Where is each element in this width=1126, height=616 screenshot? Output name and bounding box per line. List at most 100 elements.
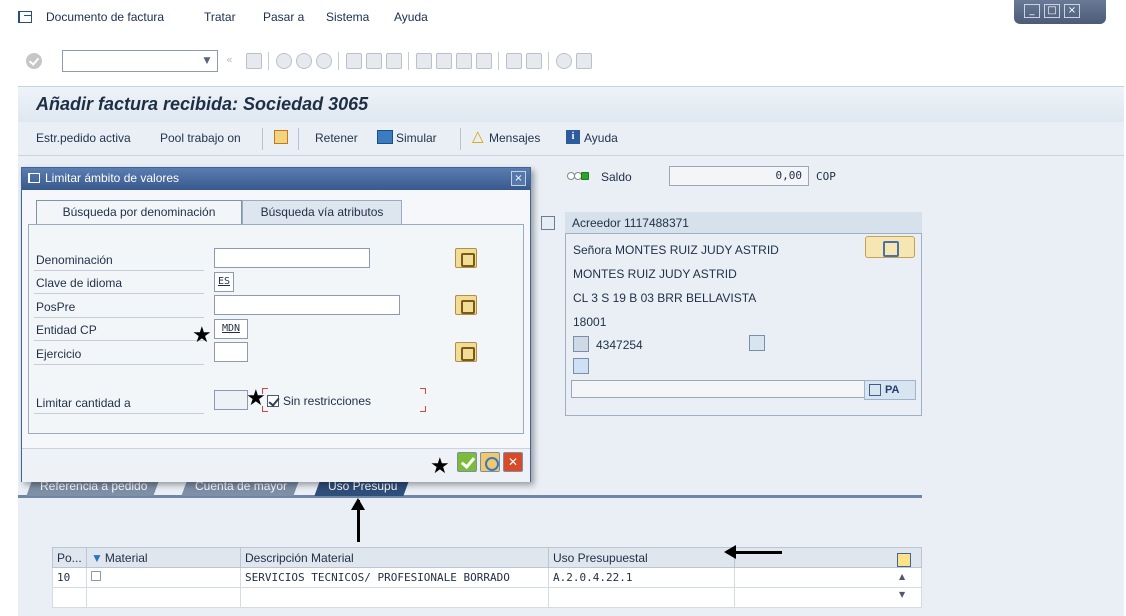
select-icon[interactable] [455,295,477,315]
table-cell-uso-presupuestal[interactable] [548,587,735,608]
column-header-position[interactable]: Po... [52,547,87,568]
toolbar-separator [298,128,299,150]
next-page-icon[interactable] [456,53,472,69]
table-row[interactable]: 10 SERVICIOS TECNICOS/ PROFESIONALE BORR… [52,567,922,588]
clave-idioma-input[interactable]: ES [214,272,234,292]
mensajes-button[interactable]: Mensajes [489,131,540,145]
field-underline [34,340,204,341]
bank-field[interactable] [571,380,867,398]
vendor-master-button[interactable] [865,236,915,258]
table-cell-uso-presupuestal[interactable]: A.2.0.4.22.1 [548,567,735,588]
save-icon[interactable] [246,53,262,69]
select-icon[interactable] [455,248,477,268]
page-title: Añadir factura recibida: Sociedad 3065 [36,94,369,114]
menu-documento-de-factura[interactable]: Documento de factura [46,10,164,24]
help-icon[interactable] [556,53,572,69]
saldo-value: 0,00 [669,166,809,186]
scroll-up-icon[interactable]: ▲ [899,572,909,581]
saldo-currency: COP [816,170,836,183]
close-window-icon[interactable]: × [1064,4,1080,18]
label-clave-idioma: Clave de idioma [36,276,123,290]
layout-icon[interactable] [576,53,592,69]
column-header-descripcion[interactable]: Descripción Material [240,547,549,568]
estr-pedido-button[interactable]: Estr.pedido activa [36,131,131,145]
table-cell-material[interactable] [86,567,241,588]
simular-button[interactable]: Simular [396,131,437,145]
pospre-input[interactable] [214,295,400,315]
cancel-icon[interactable] [316,53,332,69]
menu-ayuda[interactable]: Ayuda [394,10,428,24]
table-cell-description[interactable] [240,587,549,608]
enter-icon[interactable] [26,53,42,69]
column-header-uso-presupuestal[interactable]: Uso Presupuestal [548,547,735,568]
back-icon[interactable]: « [226,53,233,66]
tab-busqueda-atributos[interactable]: Búsqueda vía atributos [242,200,402,224]
field-underline [34,413,204,414]
menu-toggle-icon[interactable] [18,11,32,23]
last-page-icon[interactable] [476,53,492,69]
calendar-icon[interactable] [573,358,589,374]
scroll-down-icon[interactable]: ▼ [899,590,909,599]
dialog-menu-icon[interactable] [28,173,40,183]
select-icon[interactable] [455,342,477,362]
column-header-material[interactable]: ▼ Material [86,547,241,568]
expand-icon[interactable] [541,216,555,230]
find-next-icon[interactable] [386,53,402,69]
limitar-cantidad-input[interactable] [214,390,248,410]
sin-restricciones-checkbox[interactable] [267,395,279,407]
denominacion-input[interactable] [214,248,370,268]
table-settings-icon[interactable] [897,553,911,567]
table-cell-position[interactable] [52,587,87,608]
details-icon[interactable] [749,335,765,351]
toolbar-separator [262,128,263,150]
vendor-name-short: MONTES RUIZ JUDY ASTRID [573,267,737,281]
annotation-arrow-left [724,545,782,559]
entidad-cp-input[interactable]: MDN [214,319,248,339]
back-nav-icon[interactable] [276,53,292,69]
annotation-arrow-up [351,498,365,542]
menu-pasar-a[interactable]: Pasar a [263,10,304,24]
table-cell-description[interactable]: SERVICIOS TECNICOS/ PROFESIONALE BORRADO [240,567,549,588]
ayuda-button[interactable]: Ayuda [584,131,618,145]
multiple-selection-button[interactable] [480,452,500,472]
chevron-down-icon[interactable]: ▼ [196,50,218,72]
previous-page-icon[interactable] [436,53,452,69]
balance-status-icon [567,172,591,182]
cancel-button[interactable]: ✕ [503,452,523,472]
tab-busqueda-denominacion[interactable]: Búsqueda por denominación [36,200,242,224]
exit-icon[interactable] [296,53,312,69]
new-session-icon[interactable] [506,53,522,69]
table-row[interactable] [52,587,922,608]
vendor-address: CL 3 S 19 B 03 BRR BELLAVISTA [573,291,757,305]
toolbar-separator [460,128,461,150]
minimize-icon[interactable]: _ [1024,4,1040,18]
table-cell-position[interactable]: 10 [52,567,87,588]
menu-sistema[interactable]: Sistema [326,10,369,24]
row-select-checkbox[interactable] [91,571,101,581]
retener-button[interactable]: Retener [315,131,358,145]
label-limitar-cantidad: Limitar cantidad a [36,396,131,410]
menu-tratar[interactable]: Tratar [204,10,236,24]
find-icon[interactable] [366,53,382,69]
pool-trabajo-button[interactable]: Pool trabajo on [160,131,241,145]
focus-corner [420,388,426,394]
simulate-icon[interactable] [377,130,393,144]
table-cell-empty [734,567,922,588]
label-pospre: PosPre [36,300,76,314]
pa-button[interactable]: PA [864,380,916,400]
copy-icon[interactable] [274,130,288,144]
confirm-button[interactable] [457,452,477,472]
close-icon[interactable]: × [511,171,526,186]
table-cell-material[interactable] [86,587,241,608]
field-underline [34,270,204,271]
ejercicio-input[interactable] [214,342,248,362]
command-field[interactable] [62,50,218,72]
info-icon[interactable]: i [566,130,580,144]
sin-restricciones-label[interactable]: Sin restricciones [283,394,371,408]
menu-bar [0,0,1126,34]
first-page-icon[interactable] [416,53,432,69]
maximize-icon[interactable]: □ [1044,4,1060,18]
shortcut-icon[interactable] [526,53,542,69]
print-icon[interactable] [346,53,362,69]
warning-icon[interactable]: △ [472,129,484,144]
